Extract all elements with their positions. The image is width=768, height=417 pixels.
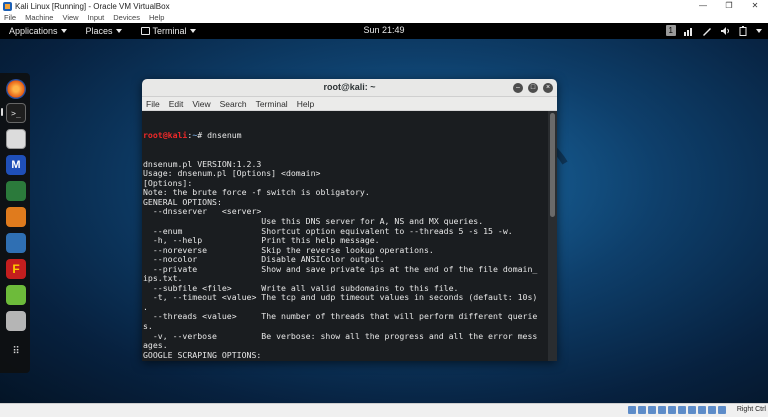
terminal-app-menu[interactable]: Terminal bbox=[140, 26, 196, 36]
places-menu[interactable]: Places bbox=[86, 26, 122, 36]
menu-terminal[interactable]: Terminal bbox=[256, 99, 288, 109]
host-titlebar: Kali Linux [Running] - Oracle VM Virtual… bbox=[0, 0, 768, 12]
terminal-icon bbox=[140, 27, 150, 35]
show-apps-icon[interactable]: ⠿ bbox=[6, 341, 26, 361]
applications-menu[interactable]: Applications bbox=[9, 26, 67, 36]
terminal-line: --threads <value> The number of threads … bbox=[143, 311, 538, 322]
host-menu-help[interactable]: Help bbox=[149, 13, 164, 22]
host-key-label: Right Ctrl bbox=[736, 406, 766, 413]
menu-edit[interactable]: Edit bbox=[169, 99, 184, 109]
applications-label: Applications bbox=[9, 26, 58, 36]
usb-icon[interactable] bbox=[668, 406, 676, 414]
host-menu-machine[interactable]: Machine bbox=[25, 13, 53, 22]
dock: >_ M F ⠿ bbox=[0, 73, 30, 373]
maltego-icon[interactable] bbox=[6, 233, 26, 253]
maximize-button[interactable]: ❐ bbox=[716, 0, 742, 12]
scrollbar-thumb[interactable] bbox=[550, 113, 555, 217]
host-window-title: Kali Linux [Running] - Oracle VM Virtual… bbox=[15, 1, 170, 11]
guest-desktop: Applications Places Terminal Sun 21:49 1 bbox=[0, 23, 768, 403]
terminal-line: -p, --pages <value> The number of google… bbox=[143, 360, 548, 361]
menu-search[interactable]: Search bbox=[220, 99, 247, 109]
terminal-window: root@kali: ~ – □ × File Edit View Search… bbox=[142, 79, 557, 361]
terminal-scrollbar[interactable] bbox=[548, 111, 557, 361]
leafpad-icon[interactable] bbox=[6, 285, 26, 305]
audio-icon[interactable] bbox=[648, 406, 656, 414]
burpsuite-icon[interactable] bbox=[6, 207, 26, 227]
virtualbox-icon bbox=[3, 1, 12, 11]
menu-help[interactable]: Help bbox=[297, 99, 314, 109]
network-icon[interactable] bbox=[684, 26, 694, 36]
maximize-icon[interactable]: □ bbox=[528, 83, 538, 93]
display-icon[interactable] bbox=[688, 406, 696, 414]
terminal-line: --private Show and save private ips at t… bbox=[143, 263, 538, 274]
prompt-command: dnsenum bbox=[207, 130, 242, 141]
terminal-title: root@kali: ~ bbox=[323, 82, 376, 92]
minimize-button[interactable]: — bbox=[690, 0, 716, 12]
terminal-line: Usage: dnsenum.pl [Options] <domain> bbox=[143, 168, 321, 179]
host-menu-input[interactable]: Input bbox=[88, 13, 105, 22]
prompt-user: root@kali bbox=[143, 130, 188, 141]
pen-icon[interactable] bbox=[702, 26, 712, 36]
terminal-headerbar[interactable]: root@kali: ~ – □ × bbox=[142, 79, 557, 97]
chevron-down-icon bbox=[189, 29, 196, 33]
places-label: Places bbox=[85, 26, 113, 36]
top-bar: Applications Places Terminal Sun 21:49 1 bbox=[0, 23, 768, 39]
device-status-icons bbox=[628, 406, 726, 414]
metasploit-icon[interactable]: M bbox=[6, 155, 26, 175]
battery-icon[interactable] bbox=[738, 25, 748, 36]
optical-drive-icon[interactable] bbox=[638, 406, 646, 414]
workspace-indicator[interactable]: 1 bbox=[665, 25, 676, 36]
host-window-controls: — ❐ ✕ bbox=[690, 0, 768, 12]
host-menubar: File Machine View Input Devices Help bbox=[0, 12, 768, 23]
prompt-symbol: # bbox=[197, 130, 208, 141]
shared-folder-icon[interactable] bbox=[678, 406, 686, 414]
close-icon[interactable]: × bbox=[543, 83, 553, 93]
recording-icon[interactable] bbox=[698, 406, 706, 414]
host-statusbar: Right Ctrl bbox=[0, 403, 768, 417]
armitage-icon[interactable] bbox=[6, 181, 26, 201]
disk-icon[interactable] bbox=[628, 406, 636, 414]
mouse-integration-icon[interactable] bbox=[718, 406, 726, 414]
host-menu-view[interactable]: View bbox=[62, 13, 78, 22]
firefox-icon[interactable] bbox=[6, 79, 26, 99]
chevron-down-icon bbox=[60, 29, 67, 33]
network-adapter-icon[interactable] bbox=[658, 406, 666, 414]
faraday-icon[interactable]: F bbox=[6, 259, 26, 279]
terminal-line: -v, --verbose Be verbose: show all the p… bbox=[143, 330, 538, 341]
terminal-line: -t, --timeout <value> The tcp and udp ti… bbox=[143, 292, 538, 303]
chevron-down-icon bbox=[115, 29, 122, 33]
menu-view[interactable]: View bbox=[192, 99, 210, 109]
minimize-icon[interactable]: – bbox=[513, 83, 523, 93]
terminal-output[interactable]: root@kali:~# dnsenum dnsenum.pl VERSION:… bbox=[142, 111, 548, 361]
running-indicator bbox=[1, 108, 3, 116]
screenshot-icon[interactable] bbox=[6, 311, 26, 331]
close-button[interactable]: ✕ bbox=[742, 0, 768, 12]
terminal-app-label: Terminal bbox=[152, 26, 187, 36]
terminal-icon[interactable]: >_ bbox=[6, 103, 26, 123]
files-icon[interactable] bbox=[6, 129, 26, 149]
chevron-down-icon[interactable] bbox=[756, 28, 762, 33]
host-menu-devices[interactable]: Devices bbox=[113, 13, 140, 22]
terminal-menubar: File Edit View Search Terminal Help bbox=[142, 97, 557, 111]
cpu-icon[interactable] bbox=[708, 406, 716, 414]
host-menu-file[interactable]: File bbox=[4, 13, 16, 22]
volume-icon[interactable] bbox=[720, 26, 730, 36]
system-tray: 1 bbox=[665, 25, 762, 36]
menu-file[interactable]: File bbox=[146, 99, 160, 109]
prompt-line: root@kali:~# dnsenum bbox=[143, 130, 548, 141]
